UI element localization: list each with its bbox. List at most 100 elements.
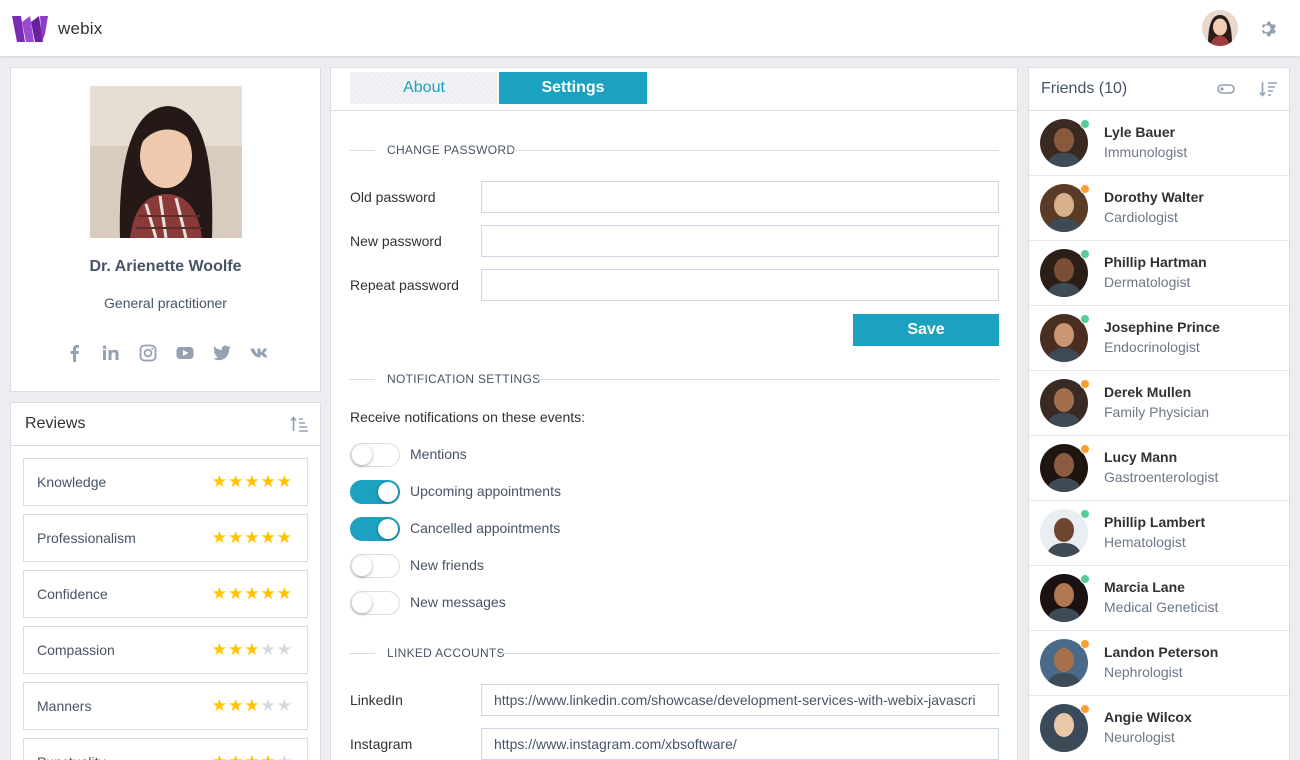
- user-avatar[interactable]: [1202, 10, 1238, 46]
- friend-item[interactable]: Marcia Lane Medical Geneticist: [1029, 566, 1289, 631]
- old-password-field[interactable]: [481, 181, 999, 213]
- instagram-label: Instagram: [350, 736, 413, 752]
- toggle-label: New messages: [410, 594, 506, 610]
- toggle-knob: [352, 556, 372, 576]
- user-avatar-image: [1202, 10, 1238, 46]
- profile-role: General practitioner: [104, 295, 227, 311]
- settings-card: About Settings CHANGE PASSWORD Old passw…: [330, 67, 1018, 760]
- notification-section-header: NOTIFICATION SETTINGS: [349, 371, 999, 387]
- new-password-field[interactable]: [481, 225, 999, 257]
- new-password-label: New password: [350, 233, 442, 249]
- twitter-icon[interactable]: [213, 344, 231, 362]
- star-filled-icon: ★: [228, 696, 245, 715]
- friend-role: Immunologist: [1104, 144, 1188, 160]
- save-button[interactable]: Save: [853, 314, 999, 346]
- star-filled-icon: ★: [228, 472, 245, 491]
- notification-toggle-row: Mentions: [350, 443, 650, 467]
- tab-settings[interactable]: Settings: [499, 72, 647, 104]
- star-filled-icon: ★: [211, 472, 228, 491]
- friend-name: Lyle Bauer: [1104, 124, 1176, 140]
- notification-toggle-row: Upcoming appointments: [350, 480, 650, 504]
- friend-item[interactable]: Dorothy Walter Cardiologist: [1029, 176, 1289, 241]
- toggle-switch[interactable]: [350, 443, 400, 467]
- star-filled-icon: ★: [228, 640, 245, 659]
- top-bar: webix: [0, 0, 1300, 56]
- star-filled-icon: ★: [276, 528, 293, 547]
- notification-toggle-row: Cancelled appointments: [350, 517, 650, 541]
- toggle-knob: [378, 519, 398, 539]
- friend-item[interactable]: Lyle Bauer Immunologist: [1029, 111, 1289, 176]
- linkedin-field[interactable]: https://www.linkedin.com/showcase/develo…: [481, 684, 999, 716]
- star-filled-icon: ★: [228, 528, 245, 547]
- star-filled-icon: ★: [244, 584, 261, 603]
- vk-icon[interactable]: [250, 344, 268, 362]
- toggle-label: Cancelled appointments: [410, 520, 561, 536]
- star-rating: ★★★★★: [212, 528, 293, 548]
- friends-header: Friends (10): [1029, 68, 1289, 111]
- change-password-section-header: CHANGE PASSWORD: [349, 142, 999, 158]
- toggle-knob: [378, 482, 398, 502]
- star-rating: ★★★★★: [212, 584, 293, 604]
- toggle-label: Mentions: [410, 446, 467, 462]
- star-filled-icon: ★: [228, 584, 245, 603]
- star-filled-icon: ★: [211, 584, 228, 603]
- toggle-knob: [352, 445, 372, 465]
- status-dot-icon: [1080, 574, 1090, 584]
- review-label: Confidence: [37, 586, 108, 602]
- sort-ascending-icon[interactable]: [290, 416, 308, 432]
- social-links: [65, 344, 268, 362]
- linkedin-icon[interactable]: [102, 344, 120, 362]
- friend-role: Family Physician: [1104, 404, 1210, 420]
- review-label: Professionalism: [37, 530, 136, 546]
- toggle-switch[interactable]: [350, 591, 400, 615]
- settings-gear-icon[interactable]: [1259, 19, 1278, 38]
- star-filled-icon: ★: [244, 472, 261, 491]
- filter-toggle-icon[interactable]: [1217, 82, 1235, 96]
- instagram-icon[interactable]: [139, 344, 157, 362]
- section-title: NOTIFICATION SETTINGS: [387, 372, 541, 386]
- star-filled-icon: ★: [211, 696, 228, 715]
- toggle-switch[interactable]: [350, 554, 400, 578]
- friend-item[interactable]: Angie Wilcox Neurologist: [1029, 696, 1289, 760]
- status-dot-icon: [1080, 704, 1090, 714]
- star-filled-icon: ★: [261, 752, 277, 760]
- status-dot-icon: [1080, 379, 1090, 389]
- repeat-password-label: Repeat password: [350, 277, 459, 293]
- facebook-icon[interactable]: [65, 344, 83, 362]
- toggle-knob: [352, 593, 372, 613]
- logo[interactable]: webix: [12, 14, 102, 44]
- friend-role: Neurologist: [1104, 729, 1175, 745]
- friend-item[interactable]: Josephine Prince Endocrinologist: [1029, 306, 1289, 371]
- friend-name: Marcia Lane: [1104, 579, 1185, 595]
- repeat-password-field[interactable]: [481, 269, 999, 301]
- instagram-field[interactable]: https://www.instagram.com/xbsoftware/: [481, 728, 999, 760]
- old-password-label: Old password: [350, 189, 436, 205]
- review-row: Compassion ★★★★★: [23, 626, 308, 674]
- star-filled-icon: ★: [260, 528, 277, 547]
- sort-descending-icon[interactable]: [1259, 81, 1277, 97]
- status-dot-icon: [1080, 639, 1090, 649]
- friend-item[interactable]: Derek Mullen Family Physician: [1029, 371, 1289, 436]
- star-rating: ★★★★★: [212, 696, 293, 716]
- star-empty-icon: ★: [277, 752, 293, 760]
- friend-name: Dorothy Walter: [1104, 189, 1204, 205]
- toggle-switch[interactable]: [350, 480, 400, 504]
- friend-item[interactable]: Landon Peterson Nephrologist: [1029, 631, 1289, 696]
- tab-about[interactable]: About: [350, 72, 498, 104]
- toggle-switch[interactable]: [350, 517, 400, 541]
- friend-name: Angie Wilcox: [1104, 709, 1192, 725]
- star-filled-icon: ★: [211, 528, 228, 547]
- profile-photo: [90, 86, 242, 238]
- friend-item[interactable]: Lucy Mann Gastroenterologist: [1029, 436, 1289, 501]
- star-filled-icon: ★: [244, 528, 261, 547]
- profile-card: Dr. Arienette Woolfe General practitione…: [10, 67, 321, 392]
- youtube-icon[interactable]: [176, 344, 194, 362]
- status-dot-icon: [1080, 314, 1090, 324]
- friend-item[interactable]: Phillip Hartman Dermatologist: [1029, 241, 1289, 306]
- notifications-intro: Receive notifications on these events:: [350, 409, 586, 425]
- star-filled-icon: ★: [276, 472, 293, 491]
- friend-item[interactable]: Phillip Lambert Hematologist: [1029, 501, 1289, 566]
- status-dot-icon: [1080, 444, 1090, 454]
- star-filled-icon: ★: [276, 584, 293, 603]
- star-filled-icon: ★: [244, 640, 261, 659]
